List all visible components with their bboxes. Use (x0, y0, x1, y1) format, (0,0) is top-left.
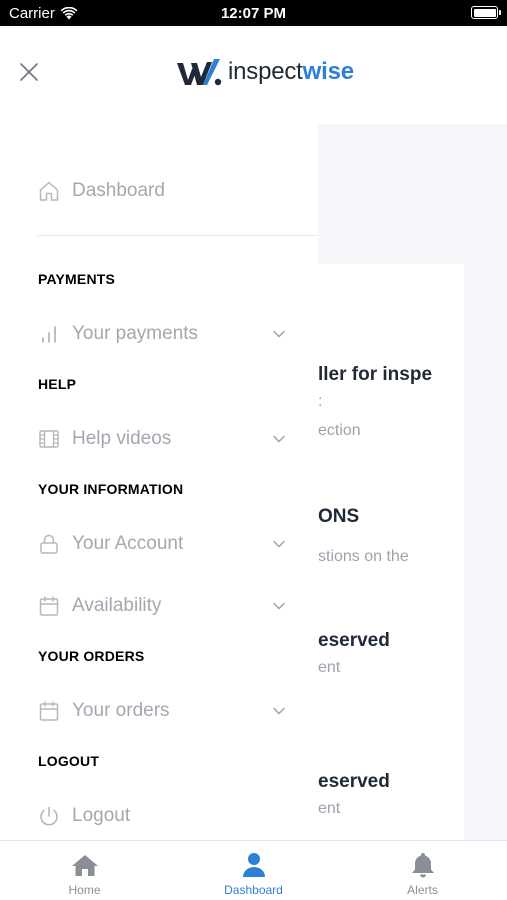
bottom-tab-bar: Home Dashboard Alerts (0, 840, 507, 900)
section-title-your-orders: YOUR ORDERS (38, 648, 145, 664)
menu-item-your-account[interactable]: Your Account (37, 526, 286, 562)
chevron-down-icon (273, 435, 285, 443)
chevron-down-icon (273, 540, 285, 548)
logo-wordmark: inspectwise (228, 58, 354, 85)
lock-icon (37, 532, 61, 556)
menu-item-help-videos[interactable]: Help videos (37, 421, 286, 457)
menu-item-your-payments-label: Your payments (72, 323, 199, 344)
close-icon[interactable] (17, 60, 41, 84)
section-title-payments: PAYMENTS (38, 271, 116, 287)
chevron-down-icon (273, 602, 285, 610)
home-icon (71, 851, 99, 879)
bg-text-1: ller for inspe (318, 364, 433, 385)
bg-text-8: eserved (318, 771, 390, 792)
battery-icon (471, 6, 501, 19)
bell-icon (410, 851, 436, 879)
bar-chart-icon (37, 322, 61, 346)
menu-item-availability[interactable]: Availability (37, 588, 286, 624)
chevron-down-icon (273, 330, 285, 338)
logo-mark-icon (177, 59, 222, 86)
tab-dashboard[interactable]: Dashboard (169, 841, 338, 900)
bg-text-4: ONS (318, 506, 360, 527)
menu-item-dashboard[interactable]: Dashboard (37, 173, 286, 209)
menu-divider (37, 235, 318, 236)
chevron-down-icon (273, 707, 285, 715)
background-page: ller for inspe : ection ONS stions on th… (318, 124, 507, 840)
calendar-icon (37, 699, 61, 723)
calendar-icon (37, 594, 61, 618)
menu-item-your-orders[interactable]: Your orders (37, 693, 286, 729)
clock: 12:07 PM (220, 5, 287, 22)
inspectwise-logo: inspectwise (176, 57, 354, 87)
bg-text-2: : (318, 393, 323, 410)
tab-home-label: Home (68, 883, 101, 897)
menu-item-dashboard-label: Dashboard (72, 180, 165, 201)
tab-home[interactable]: Home (0, 841, 169, 900)
menu-item-your-orders-label: Your orders (72, 700, 170, 721)
film-icon (37, 427, 61, 451)
tab-dashboard-label: Dashboard (224, 883, 283, 897)
bg-text-7: ent (318, 659, 341, 676)
section-title-logout: LOGOUT (38, 753, 100, 769)
power-icon (37, 804, 61, 828)
side-drawer: Dashboard PAYMENTS Your payments HELP He… (0, 124, 318, 840)
status-bar: Carrier 12:07 PM (0, 0, 507, 26)
section-title-your-information: YOUR INFORMATION (38, 481, 184, 497)
menu-item-logout-label: Logout (72, 805, 131, 826)
bg-text-9: ent (318, 800, 341, 817)
bg-text-3: ection (318, 422, 361, 439)
home-icon (37, 179, 61, 203)
menu-item-your-payments[interactable]: Your payments (37, 316, 286, 352)
bg-text-5: stions on the (318, 548, 409, 565)
app-header: inspectwise (0, 26, 507, 124)
menu-item-availability-label: Availability (72, 595, 162, 616)
tab-alerts[interactable]: Alerts (338, 841, 507, 900)
bg-text-6: eserved (318, 630, 390, 651)
tab-alerts-label: Alerts (407, 883, 438, 897)
user-icon (241, 851, 267, 879)
menu-item-help-videos-label: Help videos (72, 428, 172, 449)
section-title-help: HELP (38, 376, 77, 392)
menu-item-your-account-label: Your Account (72, 533, 184, 554)
menu-item-logout[interactable]: Logout (37, 798, 286, 834)
